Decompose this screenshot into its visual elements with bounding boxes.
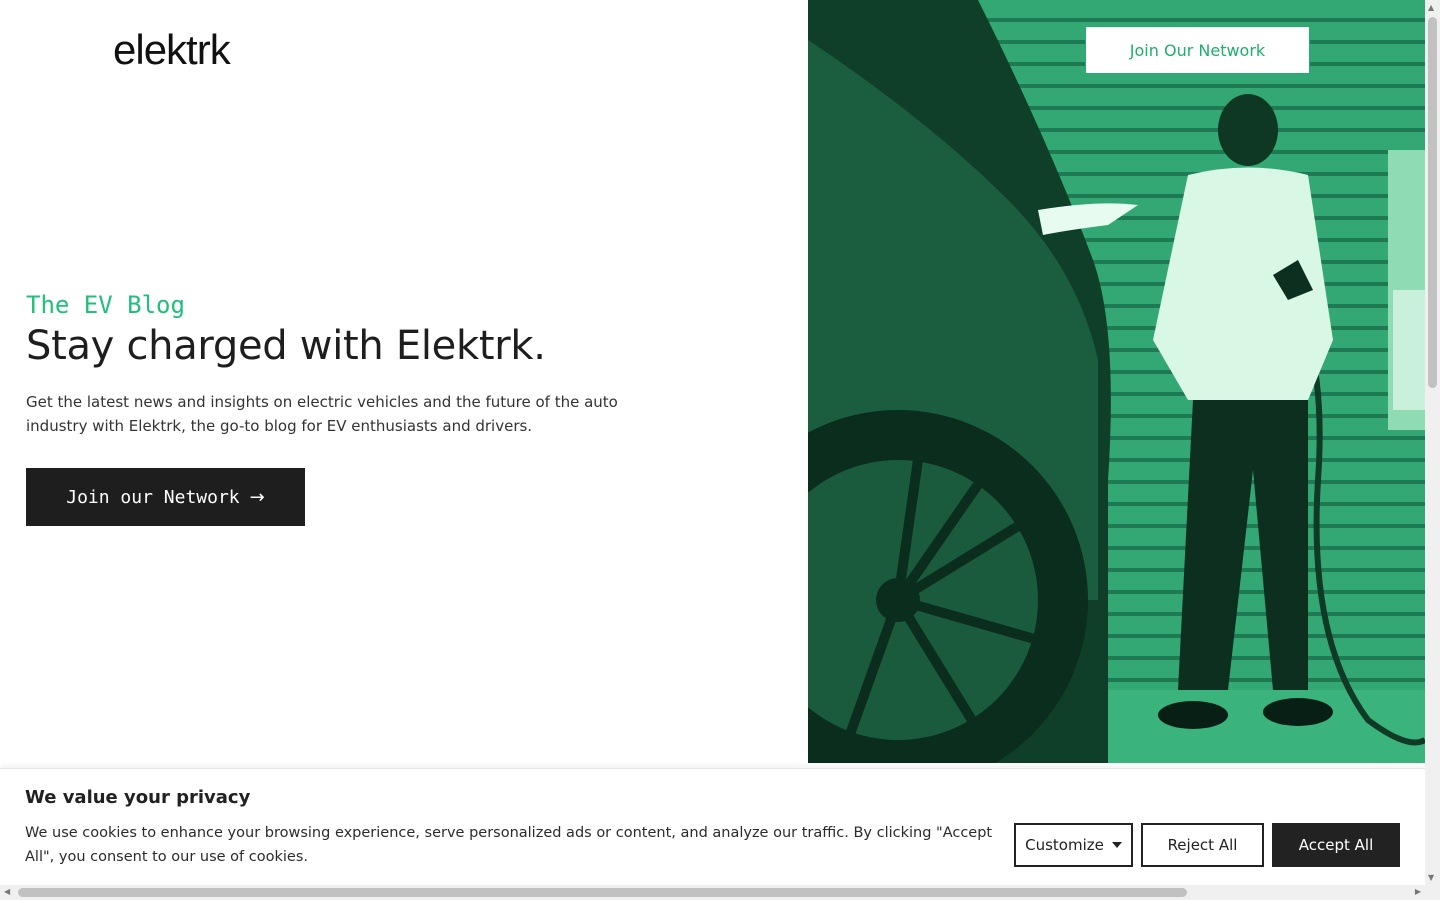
caret-down-icon xyxy=(1111,842,1122,848)
cookie-title: We value your privacy xyxy=(25,787,251,808)
join-network-label: Join our Network xyxy=(66,486,240,508)
customize-button[interactable]: Customize xyxy=(1014,823,1133,867)
cookie-banner: We value your privacy We use cookies to … xyxy=(0,768,1425,885)
cookie-text: We use cookies to enhance your browsing … xyxy=(25,825,993,865)
hero-section: The EV Blog Stay charged with Elektrk. G… xyxy=(26,290,646,438)
accept-all-button[interactable]: Accept All xyxy=(1272,823,1400,867)
scroll-right-icon[interactable]: ▶ xyxy=(1415,887,1421,896)
ev-charging-photo xyxy=(808,0,1425,763)
hero-lead: Get the latest news and insights on elec… xyxy=(26,393,618,435)
scroll-left-icon[interactable]: ◀ xyxy=(4,887,10,896)
reject-all-button[interactable]: Reject All xyxy=(1141,823,1264,867)
customize-label: Customize xyxy=(1025,836,1104,854)
join-network-button[interactable]: Join our Network → xyxy=(26,468,305,526)
vertical-scrollbar[interactable]: ▲ ▼ xyxy=(1425,0,1440,885)
arrow-right-icon: → xyxy=(249,486,265,508)
scroll-down-icon[interactable]: ▼ xyxy=(1428,873,1434,882)
scroll-up-icon[interactable]: ▲ xyxy=(1428,3,1434,12)
hero-eyebrow: The EV Blog xyxy=(26,291,185,319)
join-our-network-top-button[interactable]: Join Our Network xyxy=(1085,26,1310,74)
horizontal-scroll-thumb[interactable] xyxy=(18,888,1187,897)
horizontal-scrollbar[interactable]: ◀ ▶ xyxy=(0,885,1425,900)
logo[interactable]: elektrk xyxy=(113,28,231,72)
scrollbar-corner xyxy=(1425,885,1440,900)
hero-headline: Stay charged with Elektrk. xyxy=(26,323,546,369)
vertical-scroll-thumb[interactable] xyxy=(1428,17,1437,388)
hero-image xyxy=(808,0,1425,763)
